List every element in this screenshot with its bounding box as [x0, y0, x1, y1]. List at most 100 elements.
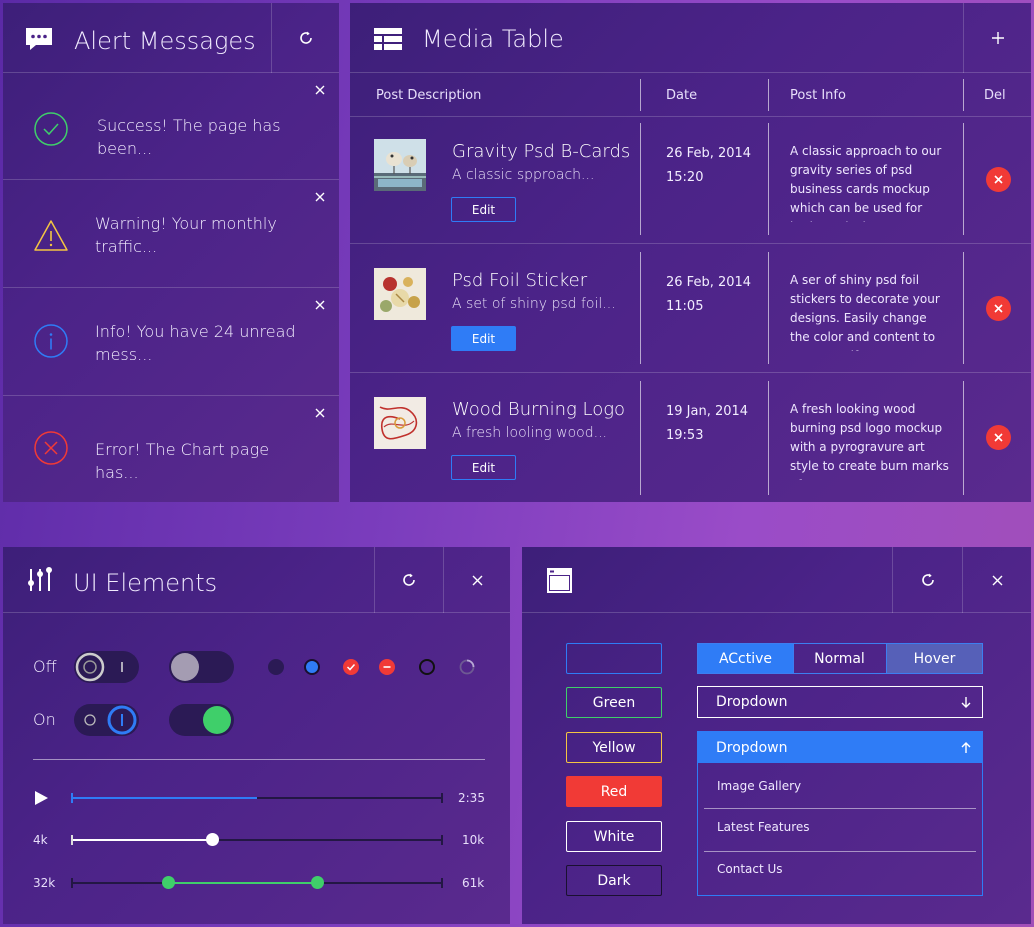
toggle-switch-on-alt[interactable]	[169, 704, 234, 736]
row-subtitle: A fresh looling wood...	[452, 425, 607, 441]
delete-button[interactable]	[986, 296, 1011, 321]
check-icon	[346, 663, 356, 671]
x-icon	[994, 433, 1003, 442]
player-time: 2:35	[458, 791, 485, 805]
radio-selected[interactable]	[304, 659, 320, 675]
thumbnail-image	[374, 397, 426, 449]
row-title: Wood Burning Logo	[452, 399, 626, 420]
close-icon[interactable]	[313, 82, 327, 96]
col-del[interactable]: Del	[984, 88, 1006, 103]
alert-text: Success! The page has been...	[97, 116, 281, 158]
on-label: On	[33, 710, 56, 729]
row-date: 19 Jan, 2014 19:53	[666, 400, 748, 448]
x-icon	[994, 304, 1003, 313]
time-text: 19:53	[666, 428, 704, 443]
col-date[interactable]: Date	[666, 88, 697, 103]
x-circle-icon	[33, 430, 69, 466]
toggle-switch-off[interactable]	[74, 651, 139, 683]
window-icon	[547, 568, 572, 597]
toggle-switch-off-alt[interactable]	[169, 651, 234, 683]
close-button[interactable]	[443, 547, 510, 613]
alert-text: Info! You have 24 unread mess...	[95, 322, 296, 364]
plus-icon	[991, 32, 1004, 44]
yellow-button[interactable]: Yellow	[566, 732, 662, 763]
rp-header	[522, 547, 1031, 613]
time-text: 11:05	[666, 299, 704, 314]
dropdown-label: Dropdown	[716, 694, 788, 710]
media-header: Media Table	[350, 3, 1031, 73]
menu-item-image-gallery[interactable]: Image Gallery	[717, 779, 801, 793]
edit-button[interactable]: Edit	[451, 197, 516, 222]
checkbox-indeterminate[interactable]	[379, 659, 395, 675]
segment-hover[interactable]: Hover	[886, 643, 983, 674]
segment-normal[interactable]: Normal	[793, 643, 887, 674]
alert-text: Warning! Your monthly traffic...	[95, 214, 277, 256]
toggle-switch-on[interactable]	[74, 704, 139, 736]
dark-button[interactable]: Dark	[566, 865, 662, 896]
spinner-icon	[459, 659, 475, 679]
row-info: A ser of shiny psd foil stickers to deco…	[790, 273, 940, 351]
menu-item-latest-features[interactable]: Latest Features	[717, 820, 810, 834]
track-end-tick	[441, 878, 443, 888]
table-icon	[374, 28, 402, 54]
dropdown-closed[interactable]: Dropdown	[697, 686, 983, 718]
minus-icon	[383, 666, 391, 668]
dropdown-label: Dropdown	[716, 739, 788, 756]
x-icon	[994, 175, 1003, 184]
row-info: A classic approach to our gravity series…	[790, 144, 942, 222]
alert-info: Info! You have 24 unread mess...	[3, 288, 339, 396]
range-min-label: 32k	[33, 876, 56, 890]
segment-active[interactable]: ACctive	[697, 643, 794, 674]
close-icon	[992, 575, 1002, 585]
alert-warning: Warning! Your monthly traffic...	[3, 180, 339, 288]
refresh-icon	[921, 573, 934, 586]
range-handle-low[interactable]	[161, 876, 175, 889]
row-date: 26 Feb, 2014 11:05	[666, 271, 751, 319]
delete-button[interactable]	[986, 167, 1011, 192]
off-label: Off	[33, 657, 57, 676]
table-header: Post Description Date Post Info Del	[350, 73, 1031, 117]
edit-button[interactable]: Edit	[451, 455, 516, 480]
arrow-up-icon	[961, 742, 971, 753]
refresh-button[interactable]	[374, 547, 443, 613]
delete-button[interactable]	[986, 425, 1011, 450]
white-button[interactable]: White	[566, 821, 662, 852]
refresh-icon	[403, 573, 415, 586]
alert-messages-panel: Alert Messages Success! The page has bee…	[3, 3, 339, 502]
thumbnail-image	[374, 139, 426, 191]
divider	[704, 851, 976, 852]
close-icon[interactable]	[313, 405, 327, 419]
info-circle-icon	[33, 323, 69, 359]
menu-item-contact-us[interactable]: Contact Us	[717, 862, 783, 876]
range-fill	[167, 882, 317, 884]
warning-triangle-icon	[33, 218, 69, 254]
col-post-info[interactable]: Post Info	[790, 88, 846, 103]
close-icon[interactable]	[313, 297, 327, 311]
dropdown-open-menu: Dropdown Image Gallery Latest Features C…	[697, 731, 983, 896]
radio-empty[interactable]	[268, 659, 284, 675]
checkbox-checked[interactable]	[343, 659, 359, 675]
alert-text: Error! The Chart page has...	[95, 440, 270, 482]
radio-outline[interactable]	[419, 659, 435, 675]
green-button[interactable]: Green	[566, 687, 662, 718]
track-end-tick	[441, 793, 443, 803]
close-icon[interactable]	[313, 189, 327, 203]
play-icon[interactable]	[33, 790, 49, 810]
row-subtitle: A set of shiny psd foil...	[452, 296, 616, 312]
slider-handle[interactable]	[206, 833, 220, 846]
refresh-button[interactable]	[271, 3, 339, 73]
add-button[interactable]	[963, 3, 1031, 73]
blue-button[interactable]	[566, 643, 662, 674]
sliders-icon	[27, 567, 53, 597]
refresh-button[interactable]	[892, 547, 962, 613]
col-post-description[interactable]: Post Description	[376, 88, 481, 103]
table-row: Wood Burning Logo A fresh looling wood..…	[350, 373, 1031, 502]
red-button[interactable]: Red	[566, 776, 662, 807]
close-button[interactable]	[962, 547, 1031, 613]
date-text: 26 Feb, 2014	[666, 146, 752, 161]
dropdown-open[interactable]: Dropdown	[698, 732, 982, 763]
arrow-down-icon	[961, 697, 971, 708]
range-handle-high[interactable]	[310, 876, 324, 889]
date-text: 19 Jan, 2014	[666, 404, 749, 419]
edit-button[interactable]: Edit	[451, 326, 516, 351]
